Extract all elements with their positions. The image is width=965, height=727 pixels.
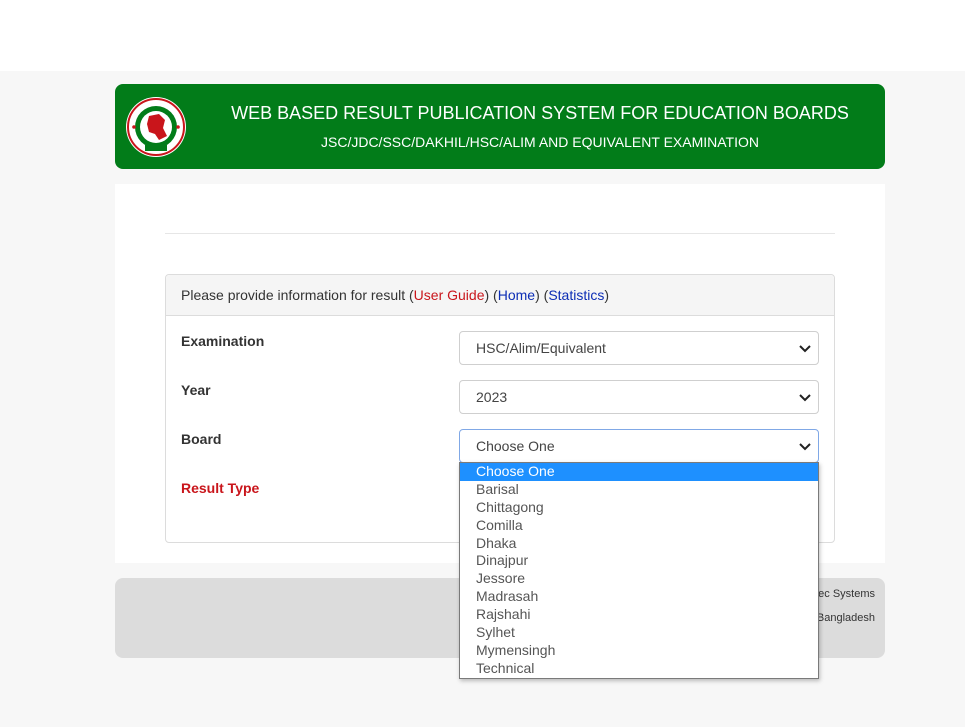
board-option[interactable]: Sylhet (460, 624, 818, 642)
panel-intro-text: Please provide information for result (181, 287, 406, 303)
bangladesh-government-seal-icon (126, 97, 186, 157)
board-option[interactable]: Choose One (460, 463, 818, 481)
board-option[interactable]: Mymensingh (460, 642, 818, 660)
paren: ) (484, 287, 490, 303)
chevron-down-icon (799, 443, 811, 451)
board-option[interactable]: Madrasah (460, 588, 818, 606)
board-option[interactable]: Barisal (460, 481, 818, 499)
top-bar (0, 0, 965, 71)
statistics-link[interactable]: Statistics (548, 287, 604, 303)
footer-country: Bangladesh (816, 612, 875, 624)
board-dropdown-list[interactable]: Choose One Barisal Chittagong Comilla Dh… (459, 462, 819, 679)
paren: ) (604, 287, 609, 303)
chevron-down-icon (799, 394, 811, 402)
board-option[interactable]: Chittagong (460, 499, 818, 517)
year-label: Year (181, 382, 211, 398)
board-option[interactable]: Rajshahi (460, 606, 818, 624)
divider (165, 233, 835, 234)
result-type-label: Result Type (181, 480, 260, 496)
board-option[interactable]: Dinajpur (460, 552, 818, 570)
examination-value: HSC/Alim/Equivalent (476, 340, 606, 356)
site-header: WEB BASED RESULT PUBLICATION SYSTEM FOR … (115, 84, 885, 169)
board-option[interactable]: Technical (460, 660, 818, 678)
board-value: Choose One (476, 438, 555, 454)
page-title: WEB BASED RESULT PUBLICATION SYSTEM FOR … (231, 103, 849, 123)
examination-select[interactable]: HSC/Alim/Equivalent (459, 331, 819, 365)
year-select[interactable]: 2023 (459, 380, 819, 414)
page-subtitle: JSC/JDC/SSC/DAKHIL/HSC/ALIM AND EQUIVALE… (321, 134, 759, 150)
panel-heading: Please provide information for result (U… (166, 275, 834, 316)
user-guide-link[interactable]: User Guide (414, 287, 485, 303)
board-option[interactable]: Comilla (460, 517, 818, 535)
year-value: 2023 (476, 389, 508, 405)
board-label: Board (181, 431, 222, 447)
board-option[interactable]: Dhaka (460, 535, 818, 553)
examination-label: Examination (181, 333, 265, 349)
home-link[interactable]: Home (498, 287, 535, 303)
footer-credit: ec Systems (818, 588, 875, 600)
board-select[interactable]: Choose One (459, 429, 819, 463)
chevron-down-icon (799, 345, 811, 353)
paren: ) (535, 287, 540, 303)
board-option[interactable]: Jessore (460, 570, 818, 588)
